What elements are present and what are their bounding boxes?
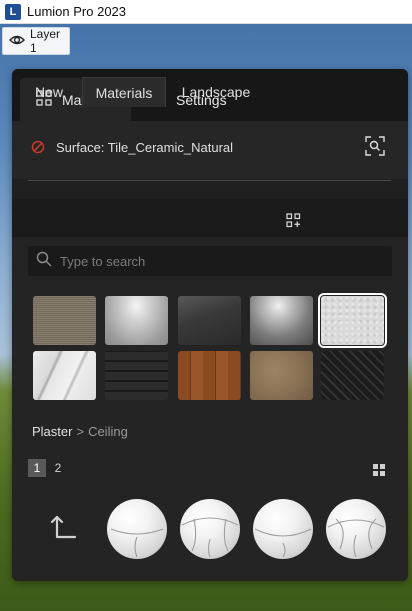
page-1-button[interactable]: 1 (28, 459, 46, 477)
fabric-linen-thumbnail[interactable] (33, 296, 96, 345)
variant-sphere-4[interactable] (326, 499, 386, 559)
title-bar: L Lumion Pro 2023 (0, 0, 412, 24)
glass-frosted-thumbnail[interactable] (105, 296, 168, 345)
search-input[interactable] (60, 253, 380, 269)
variant-sphere-3[interactable] (253, 499, 313, 559)
variant-sphere-2[interactable] (180, 499, 240, 559)
surface-divider (28, 180, 391, 181)
page-2-button[interactable]: 2 (49, 459, 67, 477)
stone-sandstone-thumbnail[interactable] (250, 351, 313, 400)
back-up-arrow-icon[interactable] (49, 513, 77, 548)
breadcrumb-subcategory: Ceiling (88, 424, 128, 439)
add-category-icon[interactable] (286, 213, 301, 233)
pick-surface-icon[interactable] (365, 136, 385, 161)
breadcrumb-category[interactable]: Plaster (32, 424, 72, 439)
sub-tab-materials[interactable]: Materials (82, 77, 166, 107)
wood-planks-thumbnail[interactable] (178, 351, 241, 400)
variant-sphere-1[interactable] (107, 499, 167, 559)
roof-tile-thumbnail[interactable] (105, 351, 168, 400)
lumion-app-icon: L (5, 3, 21, 20)
breadcrumb: Plaster > Ceiling (32, 424, 128, 439)
marble-white-thumbnail[interactable] (33, 351, 96, 400)
glass-dark-thumbnail[interactable] (178, 296, 241, 345)
surface-name: Surface: Tile_Ceramic_Natural (56, 140, 234, 155)
grid-view-icon[interactable] (373, 463, 385, 481)
material-editor-panel: Materials Settings Surface: Tile_Ceramic… (12, 69, 408, 581)
sub-tab-landscape[interactable]: Landscape (176, 77, 256, 107)
sub-tabs-bar (12, 199, 408, 237)
search-icon (36, 251, 52, 272)
sub-tab-new[interactable]: New (28, 77, 70, 107)
chevron-right-icon: > (76, 424, 85, 439)
layer-label: Layer 1 (30, 27, 61, 55)
eye-icon (9, 34, 25, 49)
metal-brushed-thumbnail[interactable] (250, 296, 313, 345)
layer-toggle-button[interactable]: Layer 1 (2, 27, 70, 55)
floor-herringbone-thumbnail[interactable] (321, 351, 384, 400)
search-box[interactable] (28, 246, 392, 276)
window-title: Lumion Pro 2023 (27, 4, 127, 19)
plaster-ceiling-thumbnail[interactable] (318, 293, 387, 348)
no-entry-icon (31, 140, 45, 159)
